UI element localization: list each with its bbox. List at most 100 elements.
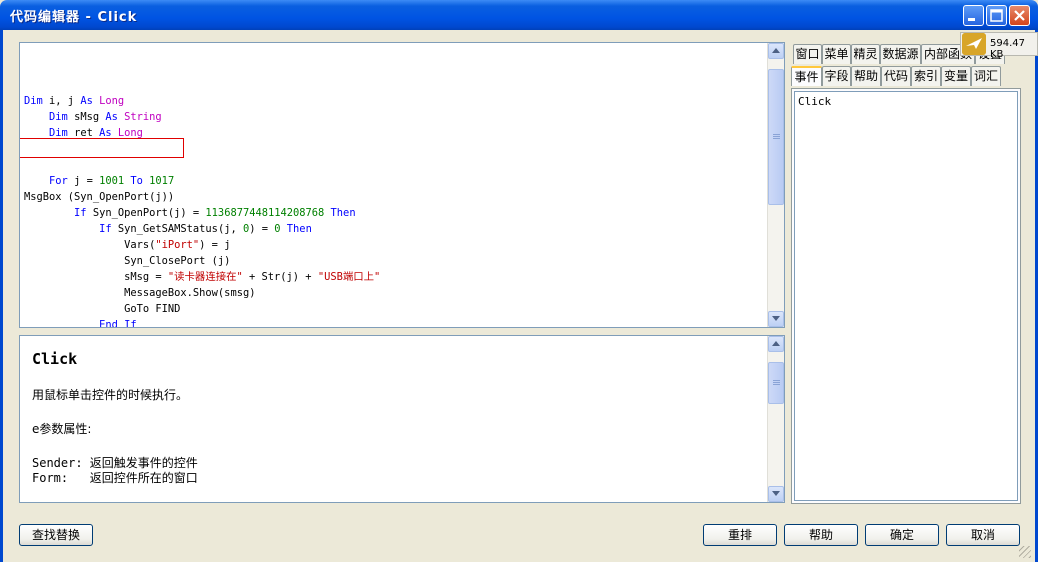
code-token: If	[74, 207, 87, 219]
arrow-down-icon	[772, 316, 780, 321]
close-icon	[1014, 10, 1025, 21]
code-line[interactable]: End If	[24, 317, 380, 328]
code-token: sMsg =	[24, 271, 168, 283]
code-token: Syn_ClosePort (j)	[24, 255, 231, 267]
code-line[interactable]: GoTo FIND	[24, 301, 380, 317]
events-panel: Click	[791, 88, 1021, 504]
tab-wizard[interactable]: 精灵	[851, 44, 880, 64]
code-token: Syn_GetSAMStatus(j,	[111, 223, 243, 235]
code-token: GoTo FIND	[24, 303, 181, 315]
code-token: "iPort"	[155, 239, 200, 251]
maximize-icon	[990, 9, 1003, 22]
code-token: i, j	[42, 95, 81, 107]
tab-fields[interactable]: 字段	[822, 66, 851, 86]
code-line[interactable]: sMsg = "读卡器连接在" + Str(j) + "USB端口上"	[24, 269, 380, 285]
event-list[interactable]: Click	[794, 91, 1018, 501]
code-token: Syn_OpenPort(j) =	[86, 207, 206, 219]
code-token: j =	[67, 175, 100, 187]
description-param-form: Form: 返回控件所在的窗口	[32, 471, 198, 485]
code-token: To	[130, 175, 143, 187]
description-scrollbar[interactable]	[767, 336, 784, 502]
close-button[interactable]	[1009, 5, 1030, 26]
minimize-button[interactable]	[963, 5, 984, 26]
code-line[interactable]: Dim sMsg As String	[24, 109, 380, 125]
arrow-up-icon	[772, 48, 780, 53]
code-token: 1136877448114208768	[205, 207, 325, 219]
code-line[interactable]: Dim i, j As Long	[24, 93, 380, 109]
tab-code[interactable]: 代码	[881, 66, 911, 86]
scroll-up-button[interactable]	[768, 43, 784, 59]
arrow-down-icon	[772, 491, 780, 496]
resize-grip-icon[interactable]	[1019, 546, 1031, 558]
code-line[interactable]: For j = 1001 To 1017	[24, 173, 380, 189]
find-replace-button[interactable]: 查找替换	[19, 524, 93, 546]
tab-help[interactable]: 帮助	[851, 66, 881, 86]
code-token: End If	[99, 319, 137, 328]
description-panel[interactable]: Click 用鼠标单击控件的时候执行。 e参数属性: Sender: 返回触发事…	[19, 335, 785, 503]
description-title: Click	[32, 350, 78, 368]
grip-icon	[773, 134, 780, 140]
code-token: Dim	[49, 111, 68, 123]
window-title: 代码编辑器 - Click	[10, 10, 138, 25]
code-scrollbar[interactable]	[767, 43, 784, 327]
description-params-heading: e参数属性:	[32, 422, 92, 436]
code-token: "USB端口上"	[317, 271, 381, 283]
tab-events[interactable]: 事件	[791, 66, 822, 86]
ok-button[interactable]: 确定	[865, 524, 939, 546]
code-editor-window: Dim i, j As Long Dim sMsg As String Dim …	[0, 30, 1038, 562]
code-token: ) =	[249, 223, 275, 235]
code-token: MessageBox.Show(smsg)	[24, 287, 256, 299]
code-token: Long	[99, 95, 125, 107]
scroll-thumb[interactable]	[768, 362, 784, 404]
code-token: "读卡器连接在"	[167, 271, 243, 283]
code-token: sMsg	[67, 111, 106, 123]
code-token: As	[80, 95, 93, 107]
rearrange-button[interactable]: 重排	[703, 524, 777, 546]
arrow-up-icon	[772, 341, 780, 346]
code-token: Vars(	[24, 239, 156, 251]
code-text[interactable]: Dim i, j As Long Dim sMsg As String Dim …	[20, 45, 380, 328]
side-panel: 窗口 菜单 精灵 数据源 内部函数 设置 事件 字段 帮助 代码 索引 变量 词…	[791, 42, 1023, 504]
badge-text: 594.47 KB	[990, 38, 1025, 60]
code-token: + Str(j) +	[242, 271, 318, 283]
code-line[interactable]: If Syn_OpenPort(j) = 1136877448114208768…	[24, 205, 380, 221]
cancel-button[interactable]: 取消	[946, 524, 1020, 546]
help-button[interactable]: 帮助	[784, 524, 858, 546]
tab-window[interactable]: 窗口	[793, 44, 822, 64]
code-line[interactable]: MsgBox (Syn_OpenPort(j))	[24, 189, 380, 205]
code-line[interactable]: MessageBox.Show(smsg)	[24, 285, 380, 301]
code-line[interactable]	[24, 157, 380, 173]
title-bar[interactable]: 代码编辑器 - Click	[0, 0, 1038, 30]
code-line[interactable]: If Syn_GetSAMStatus(j, 0) = 0 Then	[24, 221, 380, 237]
code-token: For	[49, 175, 68, 187]
scroll-down-button[interactable]	[768, 311, 784, 327]
airplane-icon	[962, 33, 986, 55]
minimize-icon	[968, 18, 975, 21]
scroll-thumb[interactable]	[768, 69, 784, 205]
tab-variables[interactable]: 变量	[941, 66, 971, 86]
highlight-box	[20, 138, 184, 158]
tab-index[interactable]: 索引	[911, 66, 941, 86]
code-editor[interactable]: Dim i, j As Long Dim sMsg As String Dim …	[19, 42, 785, 328]
description-content: Click 用鼠标单击控件的时候执行。 e参数属性: Sender: 返回触发事…	[32, 350, 198, 485]
list-item-click[interactable]: Click	[798, 95, 831, 108]
code-token: String	[124, 111, 162, 123]
download-badge[interactable]: 594.47 KB	[960, 32, 1038, 60]
code-line[interactable]: Syn_ClosePort (j)	[24, 253, 380, 269]
code-line[interactable]: Vars("iPort") = j	[24, 237, 380, 253]
code-token: 1017	[149, 175, 175, 187]
scroll-up-button[interactable]	[768, 336, 784, 352]
code-token: ) = j	[199, 239, 231, 251]
tab-datasource[interactable]: 数据源	[880, 44, 921, 64]
maximize-button[interactable]	[986, 5, 1007, 26]
scroll-down-button[interactable]	[768, 486, 784, 502]
code-token: MsgBox (Syn_OpenPort(j))	[24, 191, 175, 203]
tab-menu[interactable]: 菜单	[822, 44, 851, 64]
code-token: As	[105, 111, 118, 123]
tab-vocabulary[interactable]: 词汇	[971, 66, 1001, 86]
